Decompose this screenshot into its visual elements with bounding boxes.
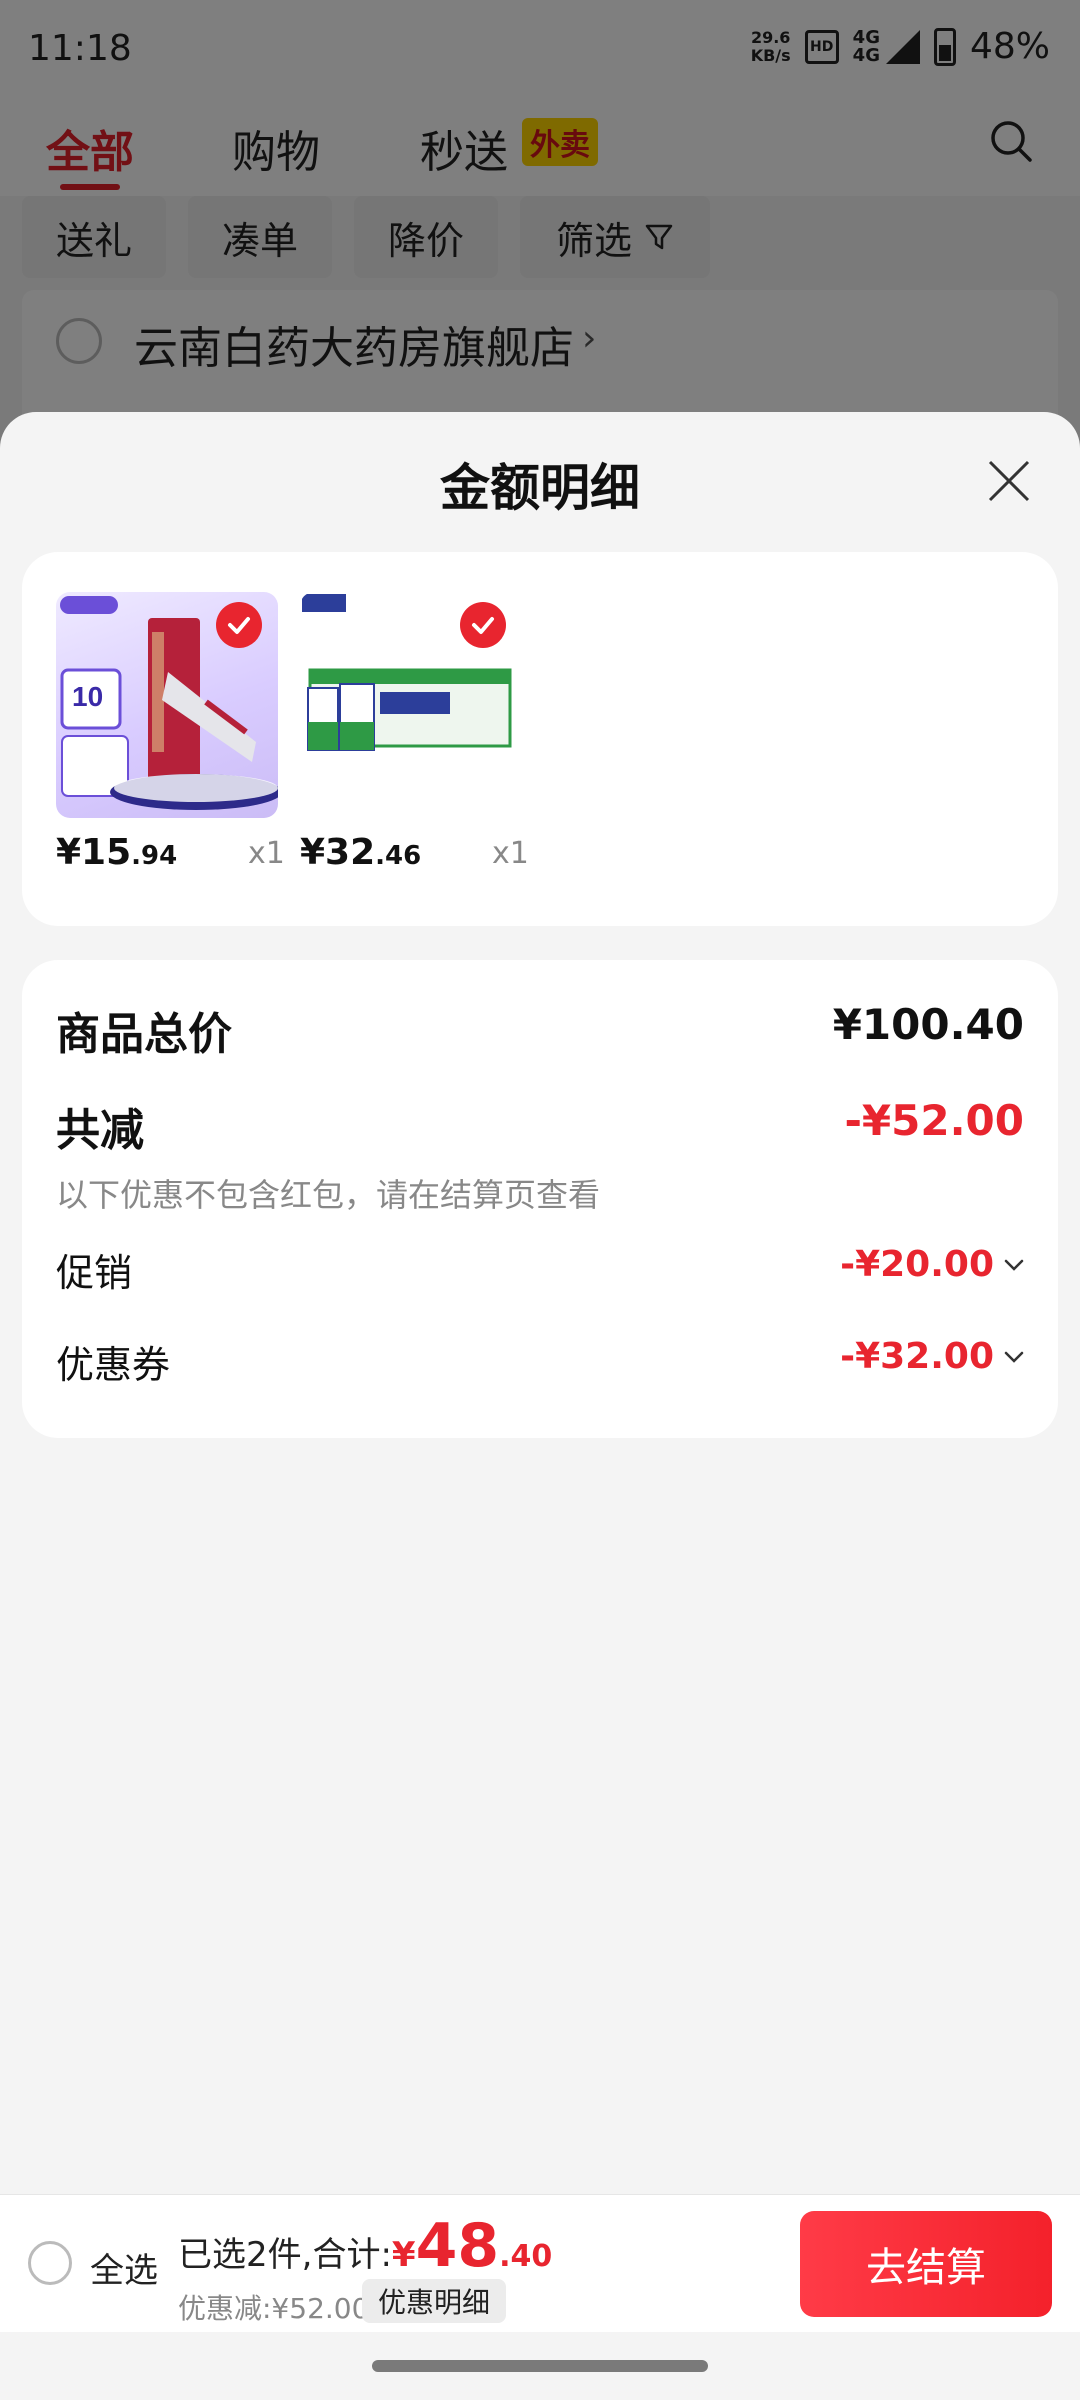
reduction-note: 以下优惠不包含红包，请在结算页查看 xyxy=(56,1176,601,1214)
item-selected-check-icon[interactable] xyxy=(460,602,506,648)
chevron-down-icon xyxy=(1004,1351,1024,1363)
checkout-bar: 全选 已选2件,合计: ¥ 48 .40 优惠减:¥52.00 优惠明细 去结算 xyxy=(0,2194,1080,2332)
checkout-button[interactable]: 去结算 xyxy=(800,2211,1052,2317)
total-amount-decimal: .40 xyxy=(499,2239,553,2274)
selected-items-card: 10 ¥15.94 x1 ¥32.46 x1 xyxy=(22,552,1058,926)
home-indicator[interactable] xyxy=(372,2360,708,2372)
promotion-row-toggle[interactable]: -¥20.00 xyxy=(840,1244,1024,1285)
coupon-value: -¥32.00 xyxy=(840,1336,994,1377)
total-price-value: ¥100.40 xyxy=(832,1000,1024,1049)
item-quantity: x1 xyxy=(492,836,529,871)
amount-detail-sheet: 金额明细 10 ¥15.94 x1 ¥32.46 x1 商品总价 ¥100.40… xyxy=(0,412,1080,2400)
svg-text:10: 10 xyxy=(72,681,103,712)
selected-count-text: 已选2件,合计: xyxy=(178,2235,392,2275)
price-summary-card: 商品总价 ¥100.40 共减 -¥52.00 以下优惠不包含红包，请在结算页查… xyxy=(22,960,1058,1438)
item-price: ¥32.46 xyxy=(300,832,422,873)
close-icon[interactable] xyxy=(986,458,1032,504)
total-amount-integer: 48 xyxy=(415,2211,500,2281)
discount-text: 优惠减:¥52.00 xyxy=(178,2292,370,2325)
chevron-down-icon xyxy=(1004,1259,1024,1271)
selected-total: 已选2件,合计: ¥ 48 .40 xyxy=(178,2211,552,2281)
select-all-label[interactable]: 全选 xyxy=(90,2243,158,2292)
total-reduction-value: -¥52.00 xyxy=(844,1096,1024,1145)
discount-detail-button[interactable]: 优惠明细 xyxy=(362,2279,507,2323)
total-currency: ¥ xyxy=(391,2235,416,2275)
coupon-label: 优惠券 xyxy=(56,1343,171,1387)
item-price: ¥15.94 xyxy=(56,832,178,873)
promotion-label: 促销 xyxy=(56,1251,133,1295)
coupon-row-toggle[interactable]: -¥32.00 xyxy=(840,1336,1024,1377)
sheet-title: 金额明细 xyxy=(440,459,640,517)
item-selected-check-icon[interactable] xyxy=(216,602,262,648)
total-price-label: 商品总价 xyxy=(56,1009,232,1060)
item-quantity: x1 xyxy=(248,836,285,871)
total-reduction-label: 共减 xyxy=(56,1105,144,1156)
promotion-value: -¥20.00 xyxy=(840,1244,994,1285)
select-all-radio[interactable] xyxy=(28,2241,72,2285)
